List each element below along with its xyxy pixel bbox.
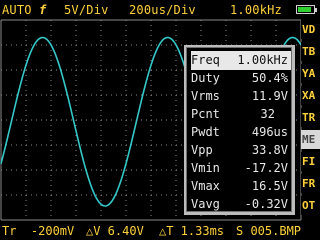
measurement-row-pwdt[interactable]: Pwdt 496us bbox=[191, 123, 291, 142]
trigger-level[interactable]: Tr -200mV bbox=[2, 224, 74, 238]
battery-fill bbox=[298, 7, 311, 12]
delta-t-readout: △T 1.33ms bbox=[159, 224, 225, 238]
measurement-row-freq[interactable]: Freq 1.00kHz bbox=[191, 51, 291, 70]
measurement-label: Vpp bbox=[191, 143, 213, 157]
measurement-label: Vavg bbox=[191, 197, 220, 211]
trigger-mode[interactable]: AUTO bbox=[2, 3, 32, 17]
measurement-row-duty[interactable]: Duty 50.4% bbox=[191, 69, 291, 88]
measurement-label: Pwdt bbox=[191, 125, 220, 139]
save-status: S 005.BMP bbox=[236, 224, 302, 238]
measurement-row-vmax[interactable]: Vmax 16.5V bbox=[191, 177, 291, 196]
measurement-value: 33.8V bbox=[251, 143, 288, 157]
measurement-value: 11.9V bbox=[251, 89, 288, 103]
time-per-div[interactable]: 200us/Div bbox=[129, 3, 196, 17]
measurement-row-vmin[interactable]: Vmin -17.2V bbox=[191, 159, 291, 178]
measurement-label: Pcnt bbox=[191, 107, 220, 121]
side-menu-item-vd[interactable]: VD bbox=[301, 20, 320, 39]
measurement-value: -0.32V bbox=[244, 197, 288, 211]
measurement-value: 16.5V bbox=[251, 179, 288, 193]
measurement-label: Vmax bbox=[191, 179, 220, 193]
delta-v-readout: △V 6.40V bbox=[86, 224, 144, 238]
measurement-panel: Freq 1.00kHz Duty 50.4% Vrms 11.9V Pcnt 32 P… bbox=[184, 45, 295, 215]
side-menu-item-me[interactable]: ME bbox=[301, 130, 320, 149]
oscilloscope-screen: AUTO f 5V/Div 200us/Div 1.00kHz VD TB YA… bbox=[0, 0, 320, 240]
trigger-edge-icon[interactable]: f bbox=[39, 3, 46, 17]
volts-per-div[interactable]: 5V/Div bbox=[64, 3, 109, 17]
side-menu-item-xa[interactable]: XA bbox=[301, 86, 320, 105]
measurement-label: Freq bbox=[191, 53, 220, 67]
measurement-value: 1.00kHz bbox=[237, 53, 288, 67]
measurement-value: 50.4% bbox=[251, 71, 288, 85]
battery-icon bbox=[296, 5, 317, 14]
side-menu-item-tr[interactable]: TR bbox=[301, 108, 320, 127]
measurement-row-vrms[interactable]: Vrms 11.9V bbox=[191, 87, 291, 106]
measurement-label: Vrms bbox=[191, 89, 220, 103]
measurement-value: -17.2V bbox=[244, 161, 288, 175]
bottom-status-bar: Tr -200mV △V 6.40V △T 1.33ms S 005.BMP bbox=[0, 221, 320, 240]
frequency-readout: 1.00kHz bbox=[230, 3, 282, 17]
measurement-value: 496us bbox=[251, 125, 288, 139]
measurement-row-pcnt[interactable]: Pcnt 32 bbox=[191, 105, 291, 124]
side-menu-item-fr[interactable]: FR bbox=[301, 174, 320, 193]
side-menu-item-ya[interactable]: YA bbox=[301, 64, 320, 83]
measurement-label: Duty bbox=[191, 71, 220, 85]
measurement-row-vpp[interactable]: Vpp 33.8V bbox=[191, 141, 291, 160]
measurement-value: 32 bbox=[260, 107, 275, 121]
side-menu-item-tb[interactable]: TB bbox=[301, 42, 320, 61]
measurement-label: Vmin bbox=[191, 161, 220, 175]
side-menu-item-ot[interactable]: OT bbox=[301, 196, 320, 215]
side-menu-item-fi[interactable]: FI bbox=[301, 152, 320, 171]
top-status-bar: AUTO f 5V/Div 200us/Div 1.00kHz bbox=[0, 0, 320, 19]
measurement-row-vavg[interactable]: Vavg -0.32V bbox=[191, 195, 291, 214]
